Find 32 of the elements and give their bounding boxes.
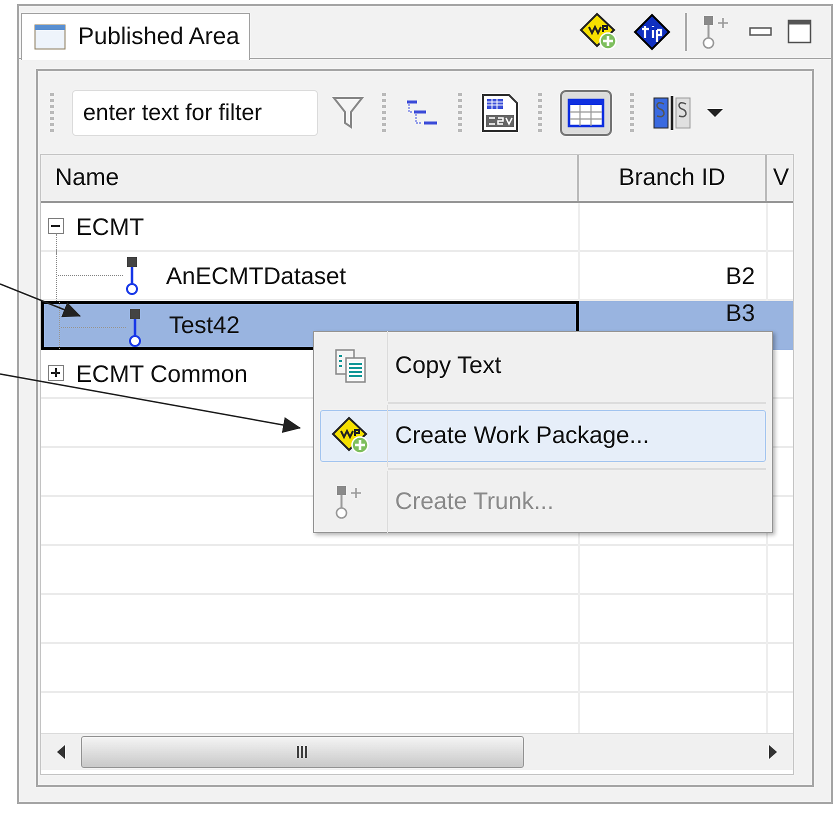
column-header[interactable]: V — [767, 155, 793, 202]
tree-item-label[interactable]: AnECMTDataset — [166, 262, 346, 291]
tree-item-label[interactable]: ECMT Common — [76, 360, 248, 389]
work-package-icon-button[interactable] — [579, 12, 619, 52]
horizontal-scrollbar[interactable] — [41, 733, 793, 770]
column-header[interactable]: Branch ID — [579, 155, 767, 202]
copy-icon — [334, 348, 368, 384]
tree-item-label[interactable]: ECMT — [76, 214, 144, 242]
scroll-left-icon[interactable] — [55, 742, 67, 762]
scroll-thumb[interactable] — [81, 736, 524, 768]
filter-icon[interactable] — [332, 94, 364, 131]
table-cell: B3 — [726, 301, 755, 328]
caret-icon[interactable] — [706, 106, 724, 119]
table-cell: B2 — [726, 262, 755, 291]
tab-title: Published Area — [78, 22, 240, 50]
filter-field[interactable]: enter text for filter — [72, 90, 318, 136]
scroll-right-icon[interactable] — [767, 742, 779, 762]
diamond-icon[interactable] — [633, 13, 671, 51]
work-package-icon — [331, 416, 371, 456]
view-icon — [34, 24, 66, 50]
tree-item-label[interactable]: Test42 — [169, 312, 240, 340]
csv-file-icon[interactable] — [480, 92, 520, 133]
column-header[interactable]: Name — [41, 155, 579, 202]
view-tab[interactable]: Published Area — [21, 12, 250, 60]
maximize-icon[interactable] — [787, 19, 813, 45]
collapse-toggle[interactable] — [48, 218, 64, 234]
branch-icon — [124, 256, 140, 296]
minimize-icon[interactable] — [749, 25, 773, 39]
table-view-toggle[interactable] — [560, 90, 612, 136]
expand-toggle[interactable] — [48, 365, 64, 382]
columns-icon[interactable] — [652, 94, 692, 131]
branch-icon — [127, 308, 143, 348]
